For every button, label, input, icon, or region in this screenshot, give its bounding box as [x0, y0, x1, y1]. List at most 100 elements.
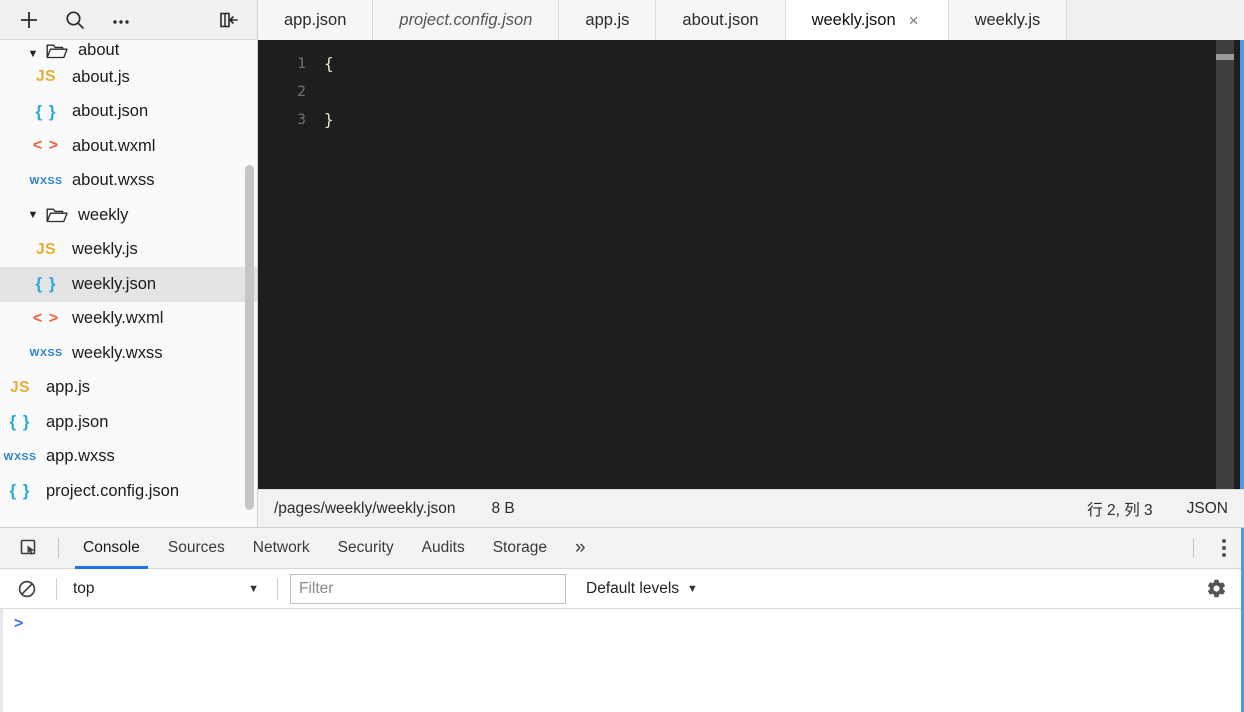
console-levels-value: Default levels: [586, 579, 680, 597]
status-file-path: /pages/weekly/weekly.json: [274, 499, 456, 517]
editor-tab[interactable]: weekly.json ×: [785, 0, 949, 40]
close-icon[interactable]: ×: [906, 10, 922, 31]
editor-tab-label: app.js: [585, 10, 630, 29]
tree-file-row[interactable]: { } weekly.json: [0, 267, 257, 302]
status-file-size: 8 B: [491, 499, 515, 517]
devtools-panel: Console Sources Network Security Audits Stora…: [0, 527, 1244, 712]
tree-file-row[interactable]: WXSS about.wxss: [0, 164, 257, 199]
console-output-area[interactable]: >: [0, 609, 1244, 712]
toolbar-divider: [58, 538, 59, 558]
devtools-tab-console[interactable]: Console: [69, 528, 154, 569]
code-line[interactable]: {: [324, 50, 1244, 78]
editor-tab-label: about.json: [682, 10, 759, 29]
line-number: 1: [297, 56, 306, 72]
devtools-tab-label: Security: [337, 539, 394, 556]
tree-file-row[interactable]: WXSS weekly.wxss: [0, 336, 257, 371]
json-file-icon: { }: [9, 481, 31, 501]
editor-statusbar: /pages/weekly/weekly.json 8 B 行 2, 列 3 J…: [258, 489, 1244, 527]
tree-file-row[interactable]: JS app.js: [0, 371, 257, 406]
editor-tab[interactable]: weekly.js: [948, 0, 1068, 40]
collapse-sidebar-button[interactable]: [205, 1, 251, 39]
console-filter-input[interactable]: [290, 573, 566, 604]
sidebar-scrollbar[interactable]: [245, 165, 254, 510]
devtools-menu-button[interactable]: [1204, 528, 1244, 569]
status-language-mode[interactable]: JSON: [1187, 500, 1228, 518]
tree-file-row[interactable]: { } about.json: [0, 95, 257, 130]
line-number: 3: [297, 112, 306, 128]
sidebar-toolbar: [0, 0, 257, 40]
line-number: 2: [297, 84, 306, 100]
more-options-button[interactable]: [98, 1, 144, 39]
editor-vertical-scrollbar[interactable]: [1216, 40, 1234, 489]
chevron-down-icon: ▼: [248, 582, 259, 595]
code-line[interactable]: }: [324, 106, 1244, 134]
json-file-icon: { }: [35, 101, 57, 121]
folder-open-icon: [44, 42, 70, 60]
devtools-tabbar: Console Sources Network Security Audits Stora…: [0, 528, 1244, 569]
devtools-tab-sources[interactable]: Sources: [154, 528, 239, 569]
editor-tab-label: weekly.js: [974, 10, 1041, 29]
tree-item-label: about.wxss: [72, 171, 155, 190]
tree-item-label: weekly.json: [72, 274, 157, 293]
devtools-tab-label: Storage: [492, 539, 547, 556]
tree-item-label: weekly.js: [72, 240, 138, 259]
chevron-down-icon[interactable]: ▼: [22, 48, 44, 60]
tree-item-label: app.wxss: [46, 447, 115, 466]
tree-item-label: project.config.json: [46, 481, 179, 500]
editor-pane: app.json project.config.json app.js about.j…: [258, 0, 1244, 527]
workspace-region: ▼ about JS about.js { } about.json < > about.wx…: [0, 0, 1244, 527]
console-prompt-chevron-icon: >: [14, 613, 24, 632]
console-levels-selector[interactable]: Default levels ▼: [580, 574, 704, 604]
wxss-file-icon: WXSS: [29, 347, 63, 360]
tree-file-row[interactable]: < > about.wxml: [0, 129, 257, 164]
devtools-tab-network[interactable]: Network: [239, 528, 324, 569]
console-context-selector[interactable]: top ▼: [69, 574, 265, 604]
code-content[interactable]: { }: [320, 40, 1244, 489]
tree-item-label: app.js: [46, 378, 91, 397]
chevron-down-icon[interactable]: ▼: [22, 209, 44, 221]
tree-folder-row[interactable]: ▼ about: [0, 40, 257, 60]
wxml-file-icon: < >: [32, 137, 60, 155]
editor-tab[interactable]: app.js: [559, 0, 657, 40]
tree-file-row[interactable]: { } app.json: [0, 405, 257, 440]
editor-tab[interactable]: project.config.json: [373, 0, 560, 40]
js-file-icon: JS: [36, 68, 56, 86]
devtools-tab-label: Audits: [421, 539, 465, 556]
wxml-file-icon: < >: [32, 309, 60, 327]
file-tree[interactable]: ▼ about JS about.js { } about.json < > about.wx…: [0, 40, 257, 527]
tree-file-row[interactable]: JS about.js: [0, 60, 257, 95]
code-line[interactable]: [324, 78, 1244, 106]
status-cursor-position[interactable]: 行 2, 列 3: [1087, 498, 1152, 520]
tree-item-label: about.json: [72, 102, 149, 121]
editor-scroll-marker: [1216, 54, 1234, 60]
editor-tab[interactable]: app.json: [258, 0, 374, 40]
statusbar-right-group: 行 2, 列 3 JSON: [1087, 498, 1228, 520]
tree-file-row[interactable]: WXSS app.wxss: [0, 440, 257, 475]
devtools-tab-audits[interactable]: Audits: [408, 528, 479, 569]
toolbar-divider-right: [1193, 538, 1194, 558]
editor-focus-border: [1240, 40, 1244, 489]
clear-console-icon: [18, 580, 36, 597]
tree-item-label: about: [78, 41, 120, 59]
tree-file-row[interactable]: { } project.config.json: [0, 474, 257, 509]
add-file-button[interactable]: [6, 1, 52, 39]
devtools-tab-security[interactable]: Security: [324, 528, 408, 569]
console-prompt-row[interactable]: >: [0, 609, 1244, 639]
code-editor[interactable]: 1 2 3 { }: [258, 40, 1244, 489]
console-context-value: top: [73, 579, 95, 597]
file-explorer-sidebar: ▼ about JS about.js { } about.json < > about.wx…: [0, 0, 258, 527]
inspect-element-button[interactable]: [10, 532, 48, 564]
console-settings-button[interactable]: [1198, 573, 1234, 605]
devtools-more-tabs-button[interactable]: »: [561, 528, 600, 569]
tree-file-row[interactable]: < > weekly.wxml: [0, 302, 257, 337]
clear-console-button[interactable]: [10, 574, 44, 604]
tree-file-row[interactable]: JS weekly.js: [0, 233, 257, 268]
devtools-tab-label: Sources: [167, 539, 225, 556]
ide-window: ▼ about JS about.js { } about.json < > about.wx…: [0, 0, 1244, 712]
editor-tab[interactable]: about.json: [656, 0, 786, 40]
tree-folder-row[interactable]: ▼ weekly: [0, 198, 257, 233]
devtools-tab-storage[interactable]: Storage: [479, 528, 561, 569]
js-file-icon: JS: [36, 240, 56, 258]
search-button[interactable]: [52, 1, 98, 39]
tree-item-label: app.json: [46, 412, 109, 431]
